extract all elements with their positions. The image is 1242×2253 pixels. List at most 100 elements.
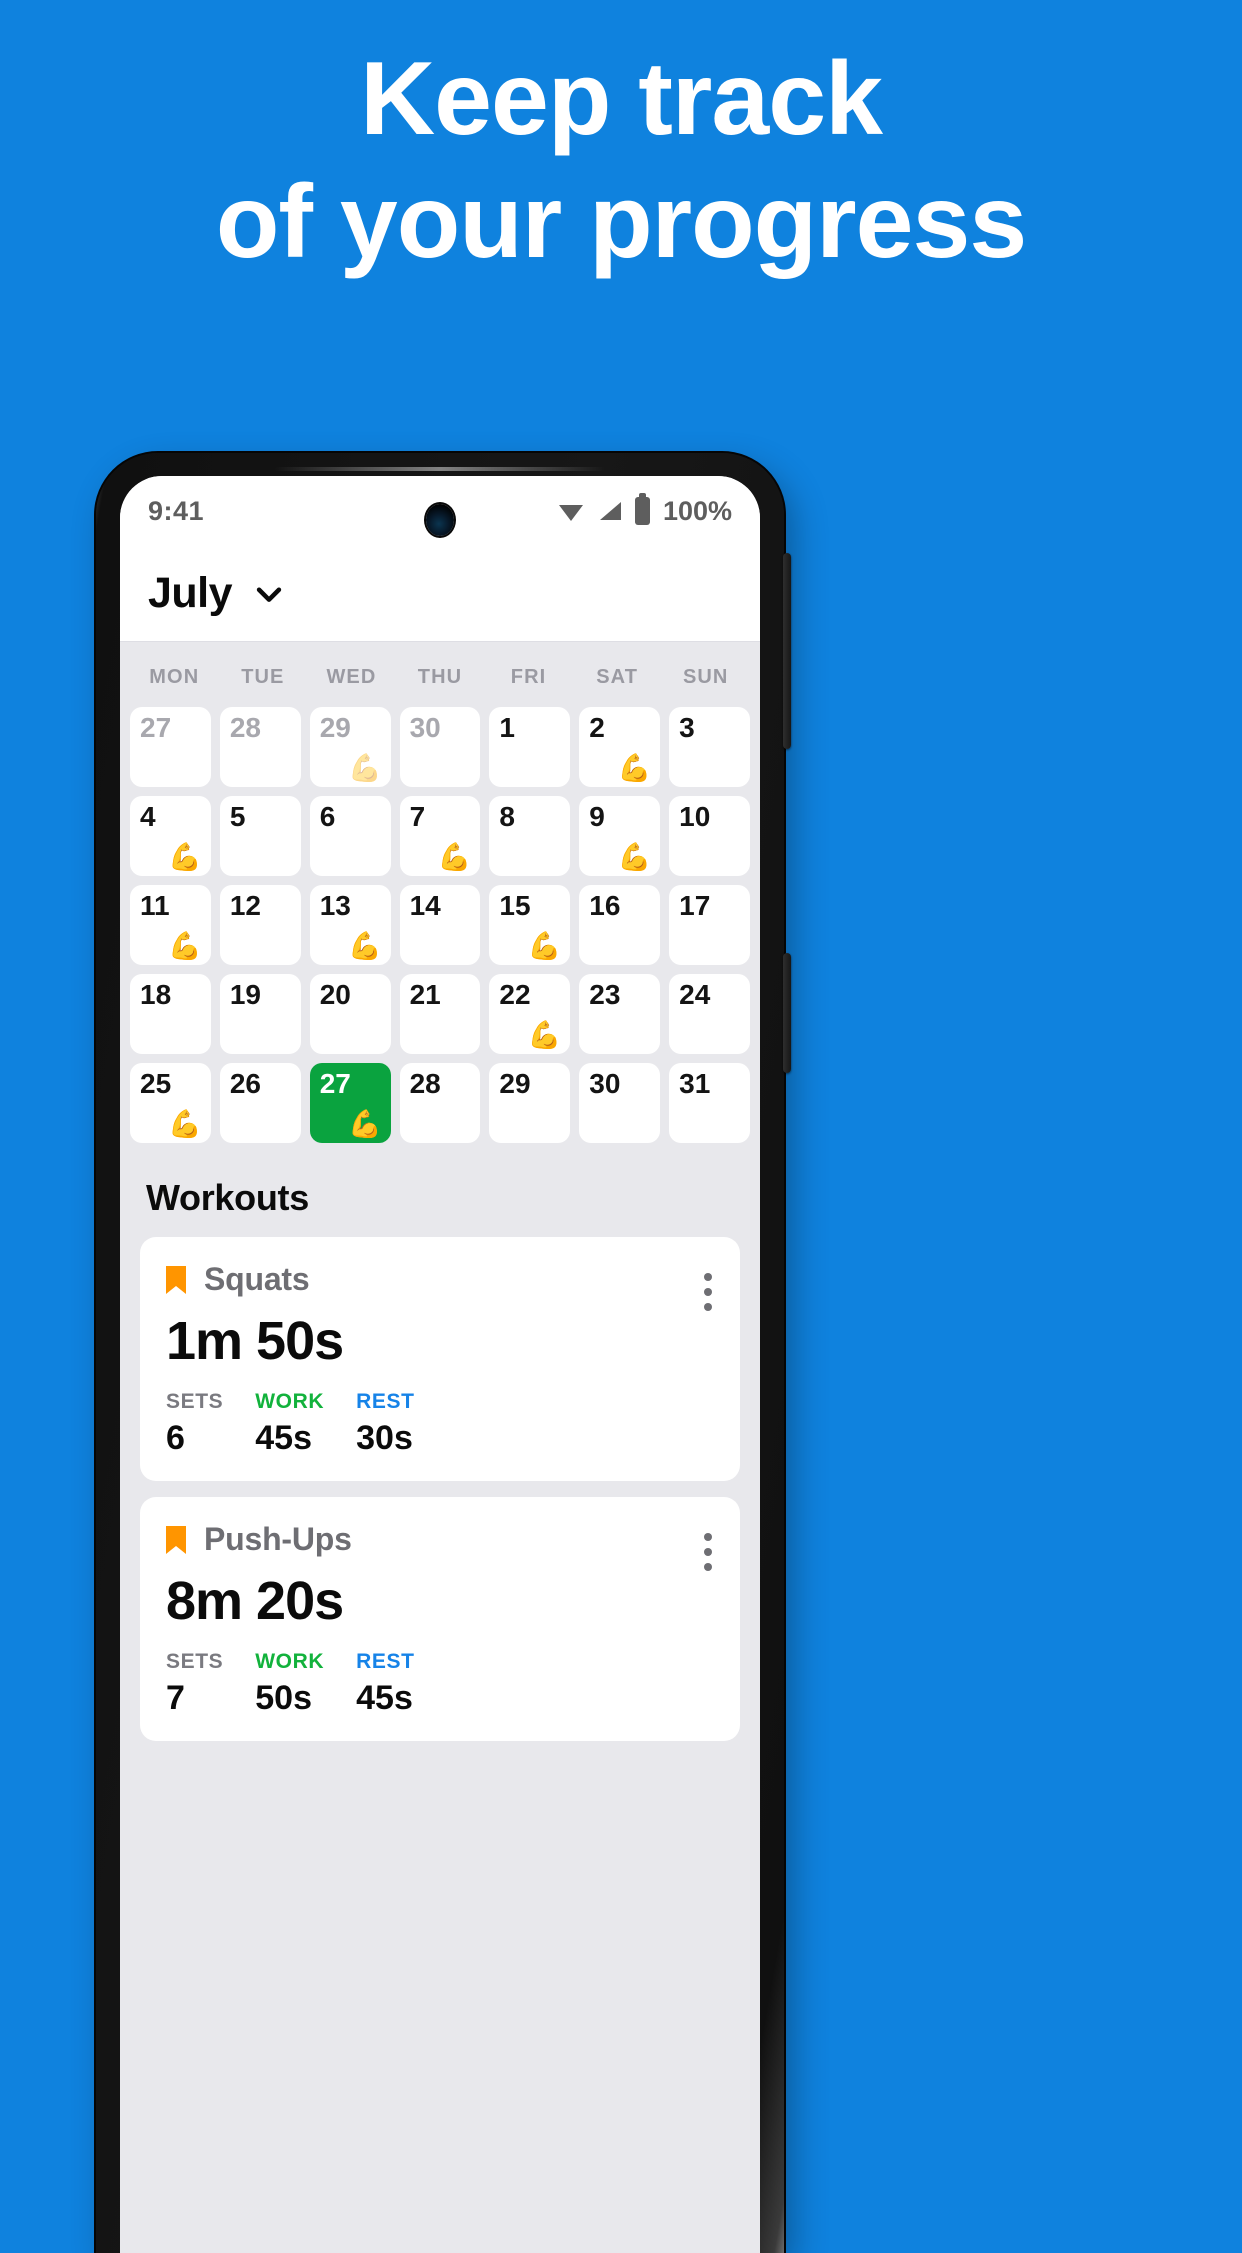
calendar-day[interactable]: 9 💪 (579, 796, 661, 876)
volume-button[interactable] (783, 553, 791, 749)
calendar-day-number: 11 (140, 890, 170, 921)
calendar-day[interactable]: 13 💪 (309, 885, 391, 965)
stat-label-sets: SETS (166, 1650, 224, 1673)
calendar-day-number: 1 (499, 712, 515, 743)
calendar-day-number: 26 (229, 1068, 261, 1099)
calendar-day[interactable]: 30 (399, 707, 481, 787)
calendar-day-number: 5 (229, 801, 246, 832)
workout-done-muscle-icon: 💪 (347, 753, 382, 783)
calendar-day-selected[interactable]: 27 💪 (309, 1063, 391, 1143)
workout-card[interactable]: Squats 1m 50s SETS 6 WORK 45s REST 30s (140, 1237, 740, 1481)
calendar-day[interactable]: 2 💪 (579, 707, 661, 787)
calendar-day-number: 27 (140, 712, 172, 743)
workout-card-header: Squats (166, 1261, 716, 1298)
page-title: Keep track of your progress (0, 38, 1242, 283)
stat-rest: REST 45s (356, 1650, 414, 1715)
stat-work: WORK 50s (255, 1650, 324, 1715)
stat-value-rest: 45s (356, 1679, 413, 1717)
calendar-day[interactable]: 8 (489, 796, 571, 876)
calendar-day[interactable]: 31 (669, 1063, 750, 1143)
stat-label-work: WORK (255, 1650, 325, 1673)
stat-rest: REST 30s (356, 1390, 414, 1455)
calendar-day[interactable]: 17 (669, 885, 750, 965)
calendar-day-number: 27 (319, 1068, 351, 1099)
stat-label-rest: REST (356, 1650, 415, 1673)
workout-card[interactable]: Push-Ups 8m 20s SETS 7 WORK 50s REST 45s (140, 1497, 740, 1741)
calendar-day[interactable]: 29 💪 (309, 707, 391, 787)
calendar-day-number: 6 (319, 801, 336, 832)
calendar-day[interactable]: 1 (489, 707, 571, 787)
calendar-day[interactable]: 20 (309, 974, 391, 1054)
calendar-day[interactable]: 15 💪 (489, 885, 571, 965)
calendar-day[interactable]: 14 (399, 885, 481, 965)
calendar-day[interactable]: 6 (309, 796, 391, 876)
calendar-day[interactable]: 7 💪 (399, 796, 481, 876)
workout-stats: SETS 7 WORK 50s REST 45s (166, 1650, 716, 1715)
chevron-down-icon[interactable] (252, 577, 286, 611)
calendar-day[interactable]: 26 (219, 1063, 301, 1143)
calendar-day-number: 20 (319, 979, 351, 1010)
calendar-day-number: 28 (409, 1068, 441, 1099)
power-button[interactable] (783, 953, 791, 1073)
month-selector[interactable]: July (120, 546, 760, 642)
calendar-day-number: 3 (679, 712, 695, 743)
calendar-day[interactable]: 11 💪 (130, 885, 211, 965)
stat-label-rest: REST (356, 1390, 415, 1413)
calendar-day-number: 23 (589, 979, 621, 1010)
headline-line-1: Keep track (360, 41, 883, 157)
calendar-day-number: 31 (679, 1068, 711, 1099)
calendar-day[interactable]: 16 (579, 885, 661, 965)
calendar-day[interactable]: 24 (669, 974, 750, 1054)
calendar-week-row: 11 💪 12 13 💪 14 15 💪 16 17 (130, 885, 750, 965)
overflow-menu-icon[interactable] (704, 1273, 712, 1311)
calendar-day-number: 25 (140, 1068, 172, 1099)
calendar-day[interactable]: 21 (399, 974, 481, 1054)
workout-done-muscle-icon: 💪 (347, 1109, 382, 1139)
calendar-day-number: 29 (499, 1068, 531, 1099)
workout-done-muscle-icon: 💪 (168, 931, 202, 961)
overflow-menu-icon[interactable] (704, 1533, 712, 1571)
workout-name: Push-Ups (204, 1521, 352, 1557)
calendar-day-number: 28 (229, 712, 261, 743)
workout-done-muscle-icon: 💪 (617, 842, 652, 872)
calendar-week-row: 18 19 20 21 22 💪 23 24 (130, 974, 750, 1054)
status-time: 9:41 (148, 495, 205, 526)
workout-done-muscle-icon: 💪 (617, 753, 652, 783)
calendar-week-row: 25 💪 26 27 💪 28 29 30 31 (130, 1063, 750, 1143)
calendar-day[interactable]: 28 (399, 1063, 481, 1143)
stat-label-sets: SETS (166, 1390, 224, 1413)
calendar-day-number: 8 (499, 801, 515, 832)
workout-list: Squats 1m 50s SETS 6 WORK 45s REST 30s Push-Ups 8… (120, 1237, 760, 1741)
bookmark-icon (166, 1525, 186, 1554)
calendar-day-number: 14 (409, 890, 441, 921)
workout-done-muscle-icon: 💪 (437, 842, 472, 872)
calendar-day-number: 24 (679, 979, 711, 1010)
workouts-section-title: Workouts (146, 1177, 309, 1218)
calendar-day[interactable]: 22 💪 (489, 974, 571, 1054)
calendar-day[interactable]: 3 (669, 707, 750, 787)
phone-mockup: 9:41 100% July MON TUE WED THU FRI SAT S… (96, 453, 791, 2253)
calendar-day[interactable]: 27 (130, 707, 211, 787)
calendar-day-number: 2 (589, 712, 605, 743)
calendar-day[interactable]: 12 (219, 885, 301, 965)
workout-duration: 1m 50s (166, 1311, 344, 1371)
calendar-day[interactable]: 10 (669, 796, 750, 876)
calendar-day-number: 17 (679, 890, 711, 921)
calendar-day[interactable]: 28 (219, 707, 301, 787)
calendar-day[interactable]: 18 (130, 974, 211, 1054)
calendar-day[interactable]: 19 (219, 974, 301, 1054)
calendar-day[interactable]: 23 (579, 974, 661, 1054)
calendar-day[interactable]: 25 💪 (130, 1063, 211, 1143)
stat-work: WORK 45s (255, 1390, 324, 1455)
workout-done-muscle-icon: 💪 (168, 1109, 202, 1139)
weekday-label: SAT (596, 666, 639, 688)
calendar-day-number: 19 (229, 979, 261, 1010)
calendar-day[interactable]: 30 (579, 1063, 661, 1143)
calendar-day-number: 18 (140, 979, 172, 1010)
calendar-day[interactable]: 5 (219, 796, 301, 876)
calendar-day[interactable]: 4 💪 (130, 796, 211, 876)
stat-value-work: 50s (255, 1679, 312, 1717)
weekday-header-row: MON TUE WED THU FRI SAT SUN (130, 652, 750, 699)
calendar-day[interactable]: 29 (489, 1063, 571, 1143)
workout-done-muscle-icon: 💪 (347, 931, 382, 961)
